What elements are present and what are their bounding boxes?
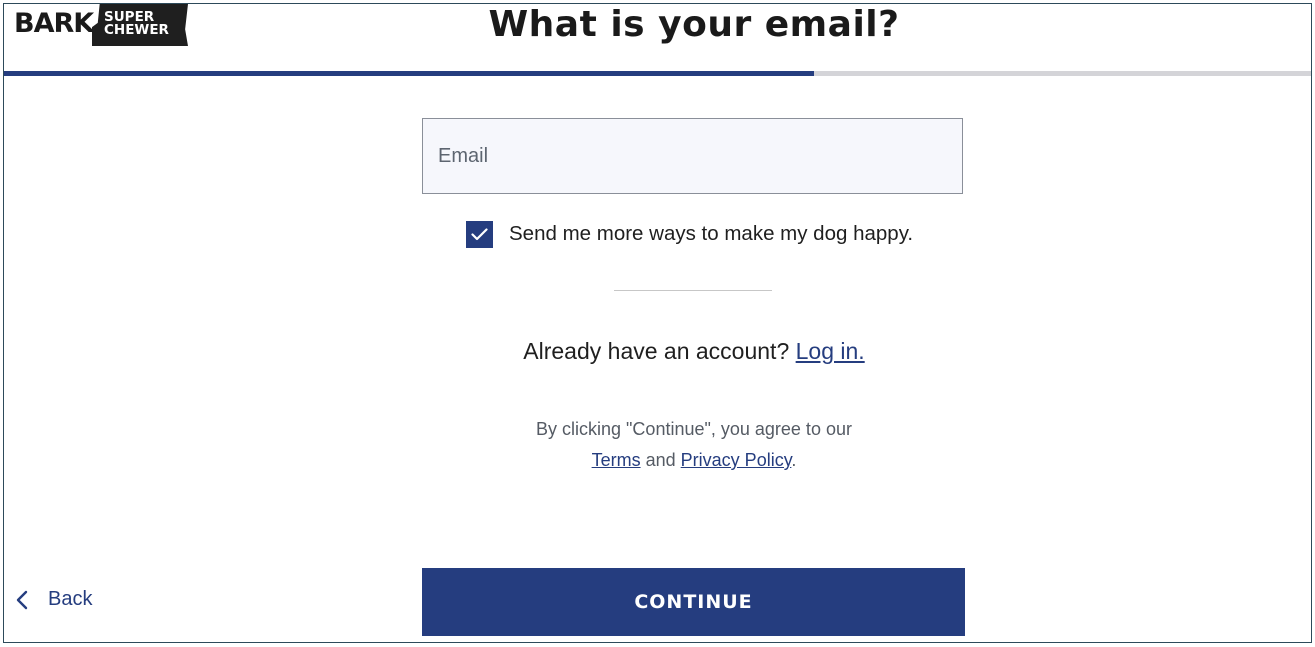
legal-period: .: [791, 450, 797, 470]
chevron-left-icon: [16, 590, 28, 609]
progress-bar-fill: [4, 71, 815, 76]
progress-bar: [4, 71, 1311, 76]
account-prompt: Already have an account?: [523, 338, 790, 364]
newsletter-option: Send me more ways to make my dog happy.: [466, 220, 913, 248]
newsletter-checkbox[interactable]: [466, 220, 493, 248]
divider: [614, 290, 772, 291]
back-button[interactable]: Back: [14, 588, 92, 611]
page-frame: BARK SUPER CHEWER What is your email? Se…: [3, 3, 1312, 643]
legal-line-2: Terms and Privacy Policy.: [4, 445, 1311, 476]
account-prompt-line: Already have an account? Log in.: [4, 338, 1311, 365]
privacy-policy-link[interactable]: Privacy Policy: [681, 450, 792, 470]
back-label: Back: [48, 588, 93, 610]
continue-button[interactable]: CONTINUE: [422, 568, 965, 636]
page-title: What is your email?: [488, 4, 900, 45]
legal-line-1: By clicking "Continue", you agree to our: [536, 419, 852, 439]
login-link[interactable]: Log in.: [796, 338, 865, 364]
newsletter-label: Send me more ways to make my dog happy.: [509, 222, 914, 245]
checkmark-icon: [471, 227, 488, 240]
email-field[interactable]: [422, 118, 963, 194]
legal-notice: By clicking "Continue", you agree to our…: [4, 414, 1311, 476]
terms-link[interactable]: Terms: [592, 450, 641, 470]
legal-and: and: [645, 450, 676, 470]
